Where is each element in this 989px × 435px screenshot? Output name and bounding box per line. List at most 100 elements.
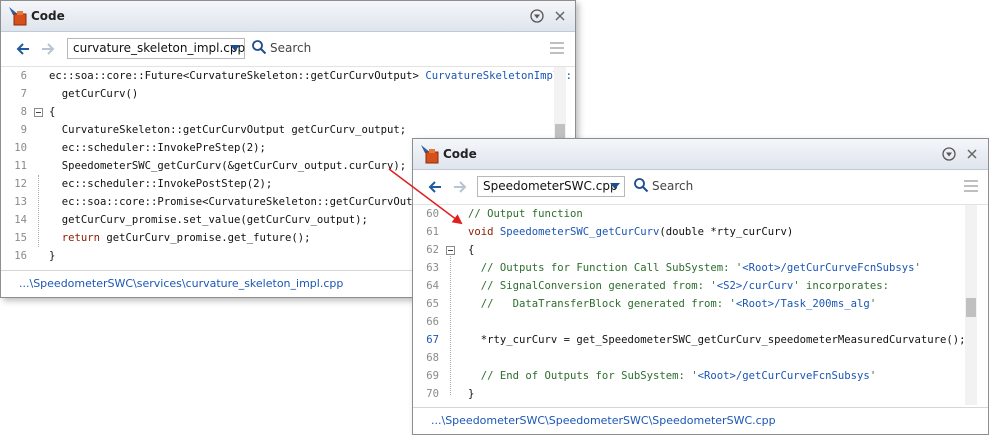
code-line: 62 { [413, 241, 988, 259]
line-number: 67 [426, 334, 439, 346]
line-number: 16 [14, 250, 27, 262]
window-title: Code [31, 9, 65, 23]
back-arrow-icon[interactable] [14, 40, 32, 58]
code-line: 60 // Output function [413, 205, 988, 223]
line-number: 62 [426, 244, 439, 256]
code-text: // SignalConversion generated from: '<S2… [468, 277, 889, 295]
code-token: ' [914, 262, 921, 274]
code-text: } [468, 385, 474, 403]
toolbar: SpeedometerSWC.cpp Search [413, 170, 988, 205]
code-text: return getCurCurv_promise.get_future(); [49, 229, 311, 247]
code-token: } [49, 250, 56, 262]
options-dropdown-icon[interactable] [941, 146, 957, 162]
code-line: 66 [413, 313, 988, 331]
scrollbar-thumb[interactable] [966, 298, 976, 317]
menu-icon[interactable] [549, 40, 565, 56]
collapse-icon[interactable] [446, 246, 455, 255]
code-text: ec::scheduler::InvokePostStep(2); [49, 175, 272, 193]
search-icon [252, 40, 267, 55]
code-line: 7 getCurCurv() [1, 85, 575, 103]
scrollbar[interactable] [965, 205, 977, 405]
code-line: 63 // Outputs for Function Call SubSyste… [413, 259, 988, 277]
line-number: 10 [14, 142, 27, 154]
simulink-logo-icon [421, 145, 439, 164]
code-token: // End of Outputs for SubSystem: ' [468, 370, 698, 382]
code-text: getCurCurv() [49, 85, 139, 103]
code-editor[interactable]: 60 // Output function 61 void SpeedometerSW… [413, 205, 988, 405]
code-token: ec::scheduler::InvokePreStep(2); [49, 142, 266, 154]
forward-arrow-icon[interactable] [39, 40, 57, 58]
chevron-down-icon [610, 183, 620, 189]
code-token: getCurCurv() [49, 88, 139, 100]
search-placeholder: Search [652, 179, 694, 193]
line-number: 66 [426, 316, 439, 328]
code-token: return [49, 232, 101, 244]
code-text: { [468, 241, 474, 259]
code-text: ec::scheduler::InvokePreStep(2); [49, 139, 266, 157]
code-text: *rty_curCurv = get_SpeedometerSWC_getCur… [468, 331, 966, 349]
code-token: ec::soa::core::Future<CurvatureSkeleton:… [49, 70, 426, 82]
code-line: 67 *rty_curCurv = get_SpeedometerSWC_get… [413, 331, 988, 349]
code-line: 6 ec::soa::core::Future<CurvatureSkeleton… [1, 67, 575, 85]
search-box[interactable]: Search [633, 177, 833, 195]
line-number: 12 [14, 178, 27, 190]
code-token: *rty_curCurv = get_SpeedometerSWC_getCur… [468, 334, 966, 346]
line-number: 14 [14, 214, 27, 226]
code-line: 70} [413, 385, 988, 403]
search-placeholder: Search [270, 41, 312, 55]
code-token: <Root>/getCurCurveFcnSubsys [697, 370, 870, 382]
file-selector[interactable]: curvature_skeleton_impl.cpp [67, 38, 245, 59]
code-line: 64 // SignalConversion generated from: '… [413, 277, 988, 295]
code-text: { [49, 103, 55, 121]
menu-icon[interactable] [963, 178, 979, 194]
code-text: // Outputs for Function Call SubSystem: … [468, 259, 921, 277]
code-text: void SpeedometerSWC_getCurCurv(double *r… [468, 223, 793, 241]
toolbar: curvature_skeleton_impl.cpp Search [1, 32, 575, 67]
line-number: 6 [20, 70, 27, 82]
search-icon [634, 178, 649, 193]
code-token: getCurCurv_promise.set_value(getCurCurv_… [49, 214, 368, 226]
code-token: { [49, 106, 56, 118]
file-path-footer[interactable]: ...\SpeedometerSWC\SpeedometerSWC\Speedo… [413, 407, 988, 434]
line-number: 9 [20, 124, 27, 136]
back-arrow-icon[interactable] [426, 178, 444, 196]
code-line: 65 // DataTransferBlock generated from: … [413, 295, 988, 313]
line-number: 61 [426, 226, 439, 238]
code-text: // Output function [468, 205, 583, 223]
code-token: <Root>/getCurCurveFcnSubsys [742, 262, 915, 274]
code-token: getCurCurv_promise.get_future(); [100, 232, 311, 244]
code-token: CurvatureSkeletonImpl:: [425, 70, 573, 82]
file-selector[interactable]: SpeedometerSWC.cpp [477, 176, 625, 197]
code-text: ec::soa::core::Promise<CurvatureSkeleton… [49, 193, 432, 211]
code-token: ec::scheduler::InvokePostStep(2); [49, 178, 273, 190]
code-token: { [468, 244, 475, 256]
simulink-logo-icon [9, 7, 27, 26]
code-token: // Output function [468, 208, 583, 220]
code-token: ' [869, 370, 877, 382]
code-text: ec::soa::core::Future<CurvatureSkeleton:… [49, 67, 572, 85]
close-icon[interactable] [552, 8, 568, 24]
code-text: CurvatureSkeleton::getCurCurvOutput getC… [49, 121, 406, 139]
forward-arrow-icon[interactable] [451, 178, 469, 196]
line-number: 68 [426, 352, 439, 364]
code-window-2: Code SpeedometerSWC.cpp Search 60 // Out… [412, 138, 989, 435]
line-number: 7 [20, 88, 27, 100]
code-line: 8{ [1, 103, 575, 121]
code-text: SpeedometerSWC_getCurCurv(&getCurCurv_ou… [49, 157, 406, 175]
close-icon[interactable] [964, 146, 980, 162]
collapse-icon[interactable] [34, 108, 43, 117]
code-line: 69 // End of Outputs for SubSystem: '<Ro… [413, 367, 988, 385]
title-bar: Code [1, 1, 575, 32]
code-token: CurvatureSkeleton::getCurCurvOutput getC… [49, 124, 407, 136]
code-token: // DataTransferBlock generated from: ' [468, 298, 736, 310]
code-token: (double *rty_curCurv) [659, 226, 794, 238]
file-selector-value: curvature_skeleton_impl.cpp [73, 41, 246, 55]
line-number: 63 [426, 262, 439, 274]
options-dropdown-icon[interactable] [529, 8, 545, 24]
code-token: ' [869, 298, 877, 310]
code-token: SpeedometerSWC_getCurCurv(&getCurCurv_ou… [49, 160, 407, 172]
search-box[interactable]: Search [251, 39, 451, 57]
code-line: 68 [413, 349, 988, 367]
file-selector-value: SpeedometerSWC.cpp [483, 179, 618, 193]
line-number: 60 [426, 208, 439, 220]
